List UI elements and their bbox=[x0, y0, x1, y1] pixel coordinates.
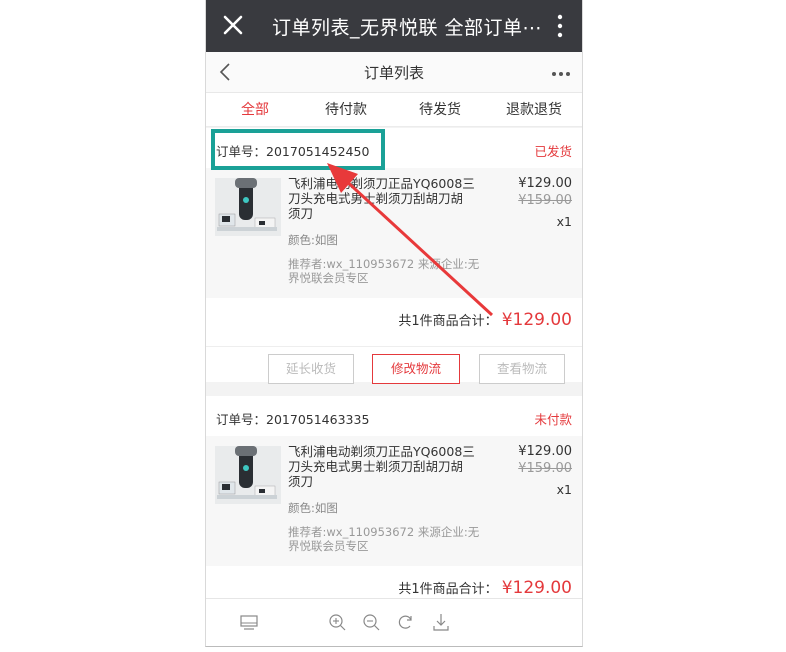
product-name-line: 飞利浦电动剃须刀正品YQ6008三 bbox=[288, 444, 475, 459]
nav-bar: 订单列表 bbox=[206, 52, 582, 93]
product-thumbnail[interactable] bbox=[215, 446, 281, 504]
recommender-info: 推荐者:wx_110953672 来源企业:无 界悦联会员专区 bbox=[288, 257, 508, 285]
window-titlebar: 订单列表_无界悦联 全部订单⋯ bbox=[206, 0, 582, 52]
zoom-out-icon[interactable] bbox=[360, 611, 382, 633]
order-total-label: 共1件商品合计： bbox=[398, 582, 498, 597]
product-price: ¥129.00 bbox=[518, 444, 572, 459]
more-vertical-icon[interactable] bbox=[550, 11, 570, 41]
viewer-toolbar bbox=[206, 598, 582, 646]
order-tabs: 全部 待付款 待发货 退款退货 bbox=[206, 93, 582, 127]
order-status: 已发货 bbox=[534, 144, 572, 159]
product-name-line: 须刀 bbox=[288, 206, 314, 221]
phone-screen: 订单列表_无界悦联 全部订单⋯ 订单列表 全部 待付款 待发货 退款退货 订单号… bbox=[205, 0, 583, 647]
order-total-amount: ¥129.00 bbox=[501, 310, 572, 330]
tab-pending-payment[interactable]: 待付款 bbox=[325, 99, 367, 119]
product-original-price: ¥159.00 bbox=[518, 193, 572, 208]
product-name-line: 飞利浦电动剃须刀正品YQ6008三 bbox=[288, 176, 475, 191]
order-item[interactable]: 飞利浦电动剃须刀正品YQ6008三 刀头充电式男士剃须刀刮胡刀胡 须刀 ¥129… bbox=[206, 436, 582, 566]
more-dots-icon[interactable] bbox=[550, 64, 572, 80]
product-name-line: 刀头充电式男士剃须刀刮胡刀胡 bbox=[288, 191, 464, 206]
order-item[interactable]: 飞利浦电动剃须刀正品YQ6008三 刀头充电式男士剃须刀刮胡刀胡 须刀 ¥129… bbox=[206, 168, 582, 298]
product-color: 颜色:如图 bbox=[288, 501, 338, 515]
highlight-box bbox=[211, 129, 385, 170]
product-color: 颜色:如图 bbox=[288, 233, 338, 247]
order-actions: 延长收货 修改物流 查看物流 bbox=[206, 346, 582, 392]
order-status: 未付款 bbox=[534, 412, 572, 427]
order-number-label: 订单号： bbox=[216, 412, 267, 427]
tab-all[interactable]: 全部 bbox=[241, 99, 269, 119]
recommender-line: 推荐者:wx_110953672 来源企业:无 bbox=[288, 525, 480, 539]
order-total: 共1件商品合计： ¥129.00 bbox=[398, 578, 572, 598]
order-card: 订单号：2017051463335 未付款 飞利浦电动剃须刀正品YQ6008三 … bbox=[206, 396, 582, 598]
tab-pending-shipment[interactable]: 待发货 bbox=[419, 99, 461, 119]
product-original-price: ¥159.00 bbox=[518, 461, 572, 476]
product-name-line: 刀头充电式男士剃须刀刮胡刀胡 bbox=[288, 459, 464, 474]
recommender-line: 推荐者:wx_110953672 来源企业:无 bbox=[288, 257, 480, 271]
close-icon[interactable] bbox=[220, 11, 246, 39]
recommender-info: 推荐者:wx_110953672 来源企业:无 界悦联会员专区 bbox=[288, 525, 508, 553]
product-name[interactable]: 飞利浦电动剃须刀正品YQ6008三 刀头充电式男士剃须刀刮胡刀胡 须刀 bbox=[288, 176, 506, 221]
extend-receipt-button[interactable]: 延长收货 bbox=[268, 354, 354, 384]
zoom-in-icon[interactable] bbox=[326, 611, 348, 633]
order-number-value: 2017051463335 bbox=[266, 412, 370, 427]
recommender-line: 界悦联会员专区 bbox=[288, 539, 369, 553]
order-number: 订单号：2017051463335 bbox=[216, 409, 369, 428]
product-name-line: 须刀 bbox=[288, 474, 314, 489]
window-title: 订单列表_无界悦联 全部订单⋯ bbox=[272, 17, 543, 39]
screen-icon[interactable] bbox=[238, 611, 260, 633]
order-total-label: 共1件商品合计： bbox=[398, 314, 498, 329]
product-price: ¥129.00 bbox=[518, 176, 572, 191]
tab-refund-return[interactable]: 退款退货 bbox=[506, 99, 562, 119]
order-header: 订单号：2017051463335 未付款 bbox=[206, 396, 582, 437]
product-thumbnail[interactable] bbox=[215, 178, 281, 236]
product-name[interactable]: 飞利浦电动剃须刀正品YQ6008三 刀头充电式男士剃须刀刮胡刀胡 须刀 bbox=[288, 444, 506, 489]
page-title: 订单列表 bbox=[363, 64, 424, 82]
order-total-amount: ¥129.00 bbox=[501, 578, 572, 598]
product-quantity: x1 bbox=[556, 214, 572, 229]
product-quantity: x1 bbox=[556, 482, 572, 497]
rotate-icon[interactable] bbox=[394, 611, 416, 633]
download-icon[interactable] bbox=[430, 611, 452, 633]
modify-logistics-button[interactable]: 修改物流 bbox=[372, 354, 460, 384]
order-total: 共1件商品合计： ¥129.00 bbox=[398, 310, 572, 330]
recommender-line: 界悦联会员专区 bbox=[288, 271, 369, 285]
view-logistics-button[interactable]: 查看物流 bbox=[479, 354, 565, 384]
